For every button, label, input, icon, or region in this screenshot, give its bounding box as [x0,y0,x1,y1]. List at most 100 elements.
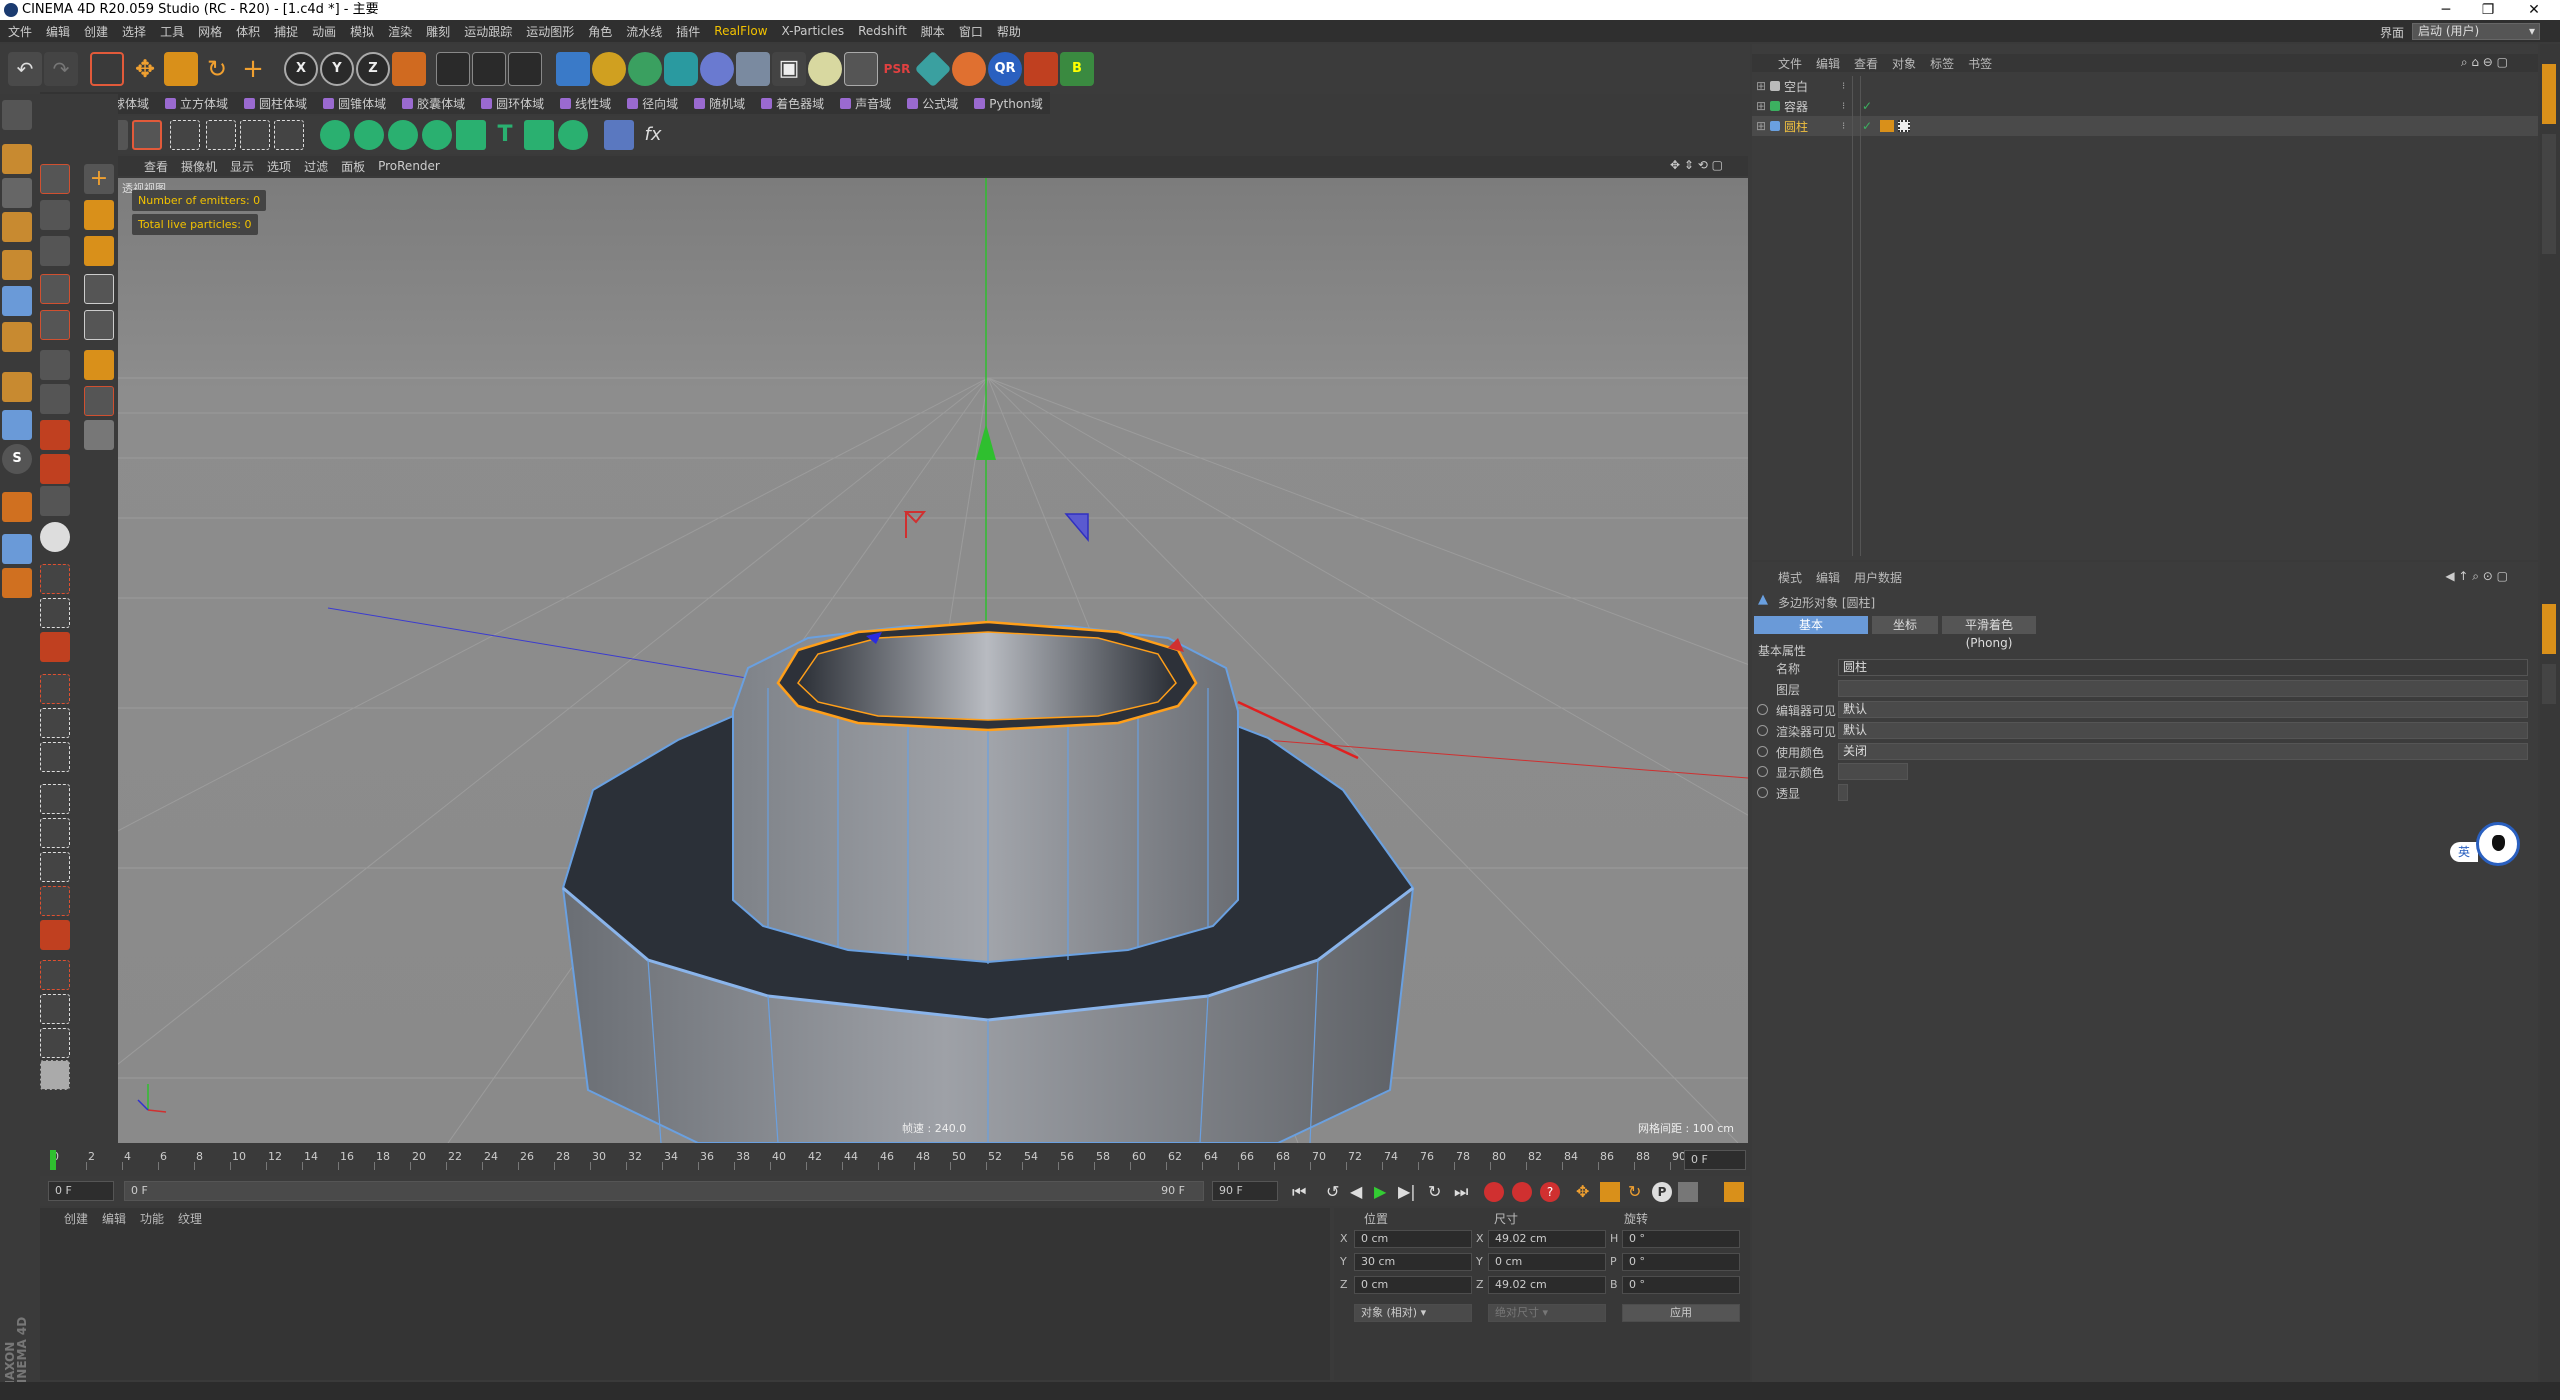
enable-check-icon[interactable]: ✓ [1862,119,1876,133]
nudge-icon[interactable] [84,350,114,380]
fx-icon[interactable]: fx [638,120,668,150]
position-field[interactable]: 30 cm [1354,1253,1472,1271]
object-menu-item[interactable]: 编辑 [1816,55,1840,72]
triangulate-icon[interactable] [40,852,70,882]
object-name[interactable]: 空白 [1784,78,1842,95]
menu-item[interactable]: 体积 [236,23,260,40]
menu-item[interactable]: 脚本 [921,23,945,40]
viewport-menu-item[interactable]: 摄像机 [181,158,217,175]
viewport-nav-icons[interactable]: ✥ ⇕ ⟲ ▢ [1670,158,1723,172]
menu-item[interactable]: 模拟 [350,23,374,40]
x-axis-button[interactable]: X [284,52,318,86]
menu-item[interactable]: 创建 [84,23,108,40]
cube-grey-icon[interactable] [84,420,114,450]
menu-item[interactable]: 角色 [588,23,612,40]
checker-icon[interactable] [40,1060,70,1090]
expand-icon[interactable]: ⊞ [1756,99,1770,113]
animate-radio[interactable] [1757,766,1768,778]
end-frame-field[interactable]: 90 F [1212,1181,1278,1201]
align-normals-icon[interactable] [40,960,70,990]
close-button[interactable]: ✕ [2514,0,2554,20]
object-menu-item[interactable]: 文件 [1778,55,1802,72]
uv-icon[interactable] [274,120,304,150]
menu-item[interactable]: 网格 [198,23,222,40]
timeline-ruler[interactable]: 0246810121416182022242628303234363840424… [40,1148,1750,1172]
next-frame-button[interactable]: ▶| [1398,1182,1416,1201]
layout-select[interactable]: 启动 (用户) ▾ [2412,23,2540,40]
system-icon[interactable] [388,120,418,150]
key-position-button[interactable]: ✥ [1576,1182,1589,1201]
current-frame-field[interactable]: 0 F [1684,1150,1746,1170]
menu-item[interactable]: 插件 [676,23,700,40]
sphere-icon[interactable] [40,522,70,552]
ime-widget[interactable]: 英 [2450,822,2530,866]
object-menu-item[interactable]: 书签 [1968,55,1992,72]
sculpt-icon[interactable] [914,50,952,88]
menu-item[interactable]: Redshift [858,24,907,38]
z-axis-button[interactable]: Z [356,52,390,86]
camera-icon[interactable]: ▣ [772,52,806,86]
attribute-value[interactable] [1838,763,1908,781]
drop-icon[interactable] [1024,52,1058,86]
magnet-icon[interactable] [2,492,32,522]
field-tool-item[interactable]: 线性域 [557,93,614,113]
picture-icon[interactable] [844,52,878,86]
bevel-icon[interactable] [40,384,70,414]
qr-icon[interactable]: QR [988,52,1022,86]
field-tool-item[interactable]: 立方体域 [162,93,231,113]
go-to-start-button[interactable]: ⏮ [1292,1182,1306,1202]
attribute-value[interactable]: 圆柱 [1838,658,2528,676]
scale-small-icon[interactable] [84,200,114,230]
checker-tag-icon[interactable] [1898,120,1910,132]
edges-icon[interactable] [206,120,236,150]
key-pla-button[interactable] [1678,1182,1698,1202]
optimize-icon[interactable] [40,742,70,772]
field-tool-item[interactable]: 圆锥体域 [320,93,389,113]
position-field[interactable]: 0 cm [1354,1230,1472,1248]
3d-viewport[interactable]: 透视视图 Number of emitters: 0 Total live pa… [118,178,1748,1143]
attribute-manager-tools[interactable]: ◀ ↑ ⌕ ⊙ ▢ [2445,569,2508,584]
go-to-end-button[interactable]: ⏭ [1454,1182,1468,1202]
recent-tool-button[interactable]: + [236,52,270,86]
text-tool-icon[interactable]: T [490,120,520,150]
menu-item[interactable]: 运动图形 [526,23,574,40]
size-mode-select[interactable]: 绝对尺寸 ▾ [1488,1304,1606,1322]
prev-frame-button[interactable]: ◀ [1350,1182,1362,1201]
menu-item[interactable]: 渲染 [388,23,412,40]
layers-side-tab[interactable] [2542,664,2556,704]
size-field[interactable]: 49.02 cm [1488,1276,1606,1294]
lasso-icon[interactable] [40,274,70,304]
slice-icon[interactable] [40,632,70,662]
coord-mode-select[interactable]: 对象 (相对) ▾ [1354,1304,1472,1322]
untriangulate-icon[interactable] [40,886,70,916]
brush-icon[interactable] [132,120,162,150]
render-settings-button[interactable] [508,52,542,86]
coordinate-system-button[interactable] [392,52,426,86]
help-icon[interactable] [40,164,70,194]
field-tool-item[interactable]: 径向域 [624,93,681,113]
attribute-value[interactable]: 关闭 [1838,742,2528,760]
attributes-side-tab[interactable] [2542,604,2556,654]
make-editable-icon[interactable] [2,100,32,130]
menu-item[interactable]: 捕捉 [274,23,298,40]
field-tool-item[interactable]: Python域 [971,93,1046,113]
rotate-small-icon[interactable] [84,236,114,266]
field-tool-item[interactable]: 声音域 [837,93,894,113]
attribute-value[interactable]: 默认 [1838,721,2528,739]
auto-key-button[interactable] [1512,1182,1532,1202]
viewport-menu-item[interactable]: 面板 [341,158,365,175]
content-browser-side-tab[interactable] [2542,134,2556,254]
record-button[interactable] [1484,1182,1504,1202]
attribute-value[interactable] [1838,784,1848,802]
xp-icon[interactable] [604,120,634,150]
mirror-icon[interactable] [40,994,70,1024]
mesher-icon[interactable] [524,120,554,150]
cube-icon[interactable] [556,52,590,86]
dissolve-icon[interactable] [40,708,70,738]
attribute-tab[interactable]: 基本 [1754,616,1868,634]
viewport-menu-item[interactable]: 显示 [230,158,254,175]
rotation-field[interactable]: 0 ° [1622,1253,1740,1271]
transfer-icon[interactable] [84,274,114,304]
clone-icon[interactable] [40,1028,70,1058]
field-tool-item[interactable]: 随机域 [691,93,748,113]
